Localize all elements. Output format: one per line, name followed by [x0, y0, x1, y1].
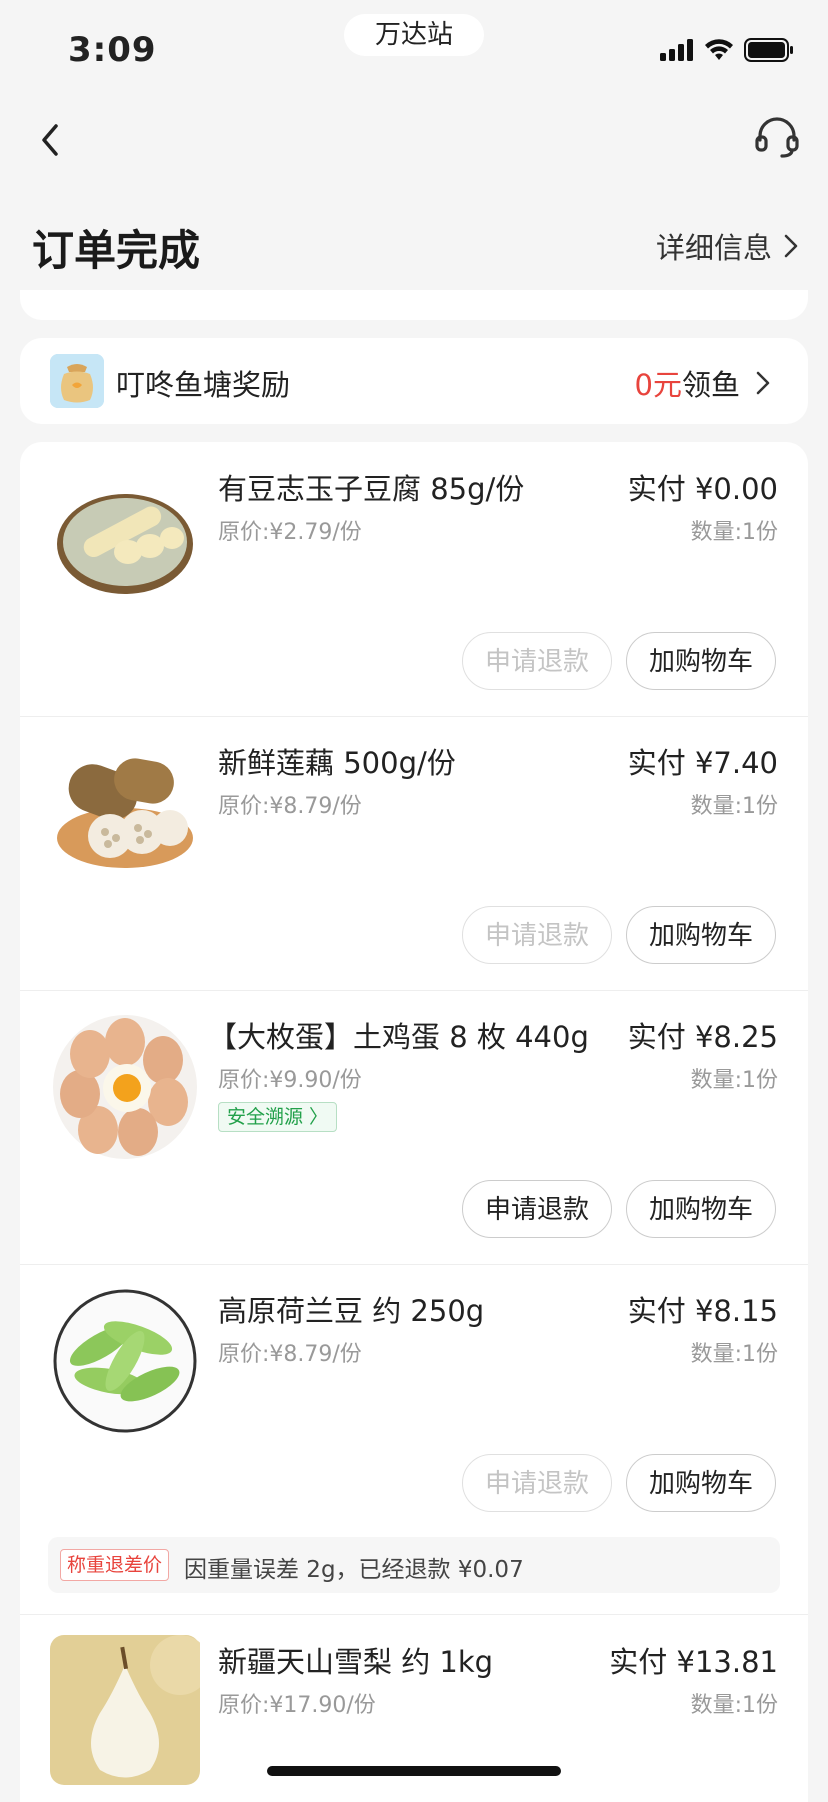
refund-button: 申请退款 [462, 632, 612, 690]
safety-trace-tag[interactable]: 安全溯源 〉 [218, 1102, 338, 1132]
title-row: 订单完成 详细信息 [0, 205, 828, 285]
battery-icon [744, 38, 793, 62]
item-original-price: 原价:¥9.90/份 [218, 1068, 362, 1093]
refund-button[interactable]: 申请退款 [462, 1180, 612, 1238]
tofu-plate-image[interactable] [50, 464, 200, 614]
weight-refund-text: 因重量误差 2g，已经退款 ¥0.07 [184, 1557, 524, 1583]
order-items-card: 有豆志玉子豆腐 85g/份 原价:¥2.79/份 实付 ¥0.00 数量:1份 … [20, 442, 808, 1802]
item-name: 新鲜莲藕 500g/份 [218, 746, 456, 780]
order-item: 新鲜莲藕 500g/份 原价:¥8.79/份 实付 ¥7.40 数量:1份 申请… [20, 716, 808, 991]
item-name: 新疆天山雪梨 约 1kg [218, 1645, 494, 1679]
item-paid-amount: 实付 ¥0.00 [627, 472, 778, 506]
item-quantity: 数量:1份 [690, 1342, 778, 1367]
item-quantity: 数量:1份 [690, 520, 778, 545]
station-pill[interactable]: 万达站 [344, 14, 484, 56]
refund-button: 申请退款 [462, 1454, 612, 1512]
reward-bag-icon [50, 354, 104, 408]
page-title: 订单完成 [32, 226, 201, 275]
add-to-cart-button[interactable]: 加购物车 [626, 1180, 776, 1238]
eggs-image[interactable] [50, 1012, 200, 1162]
item-paid-amount: 实付 ¥8.15 [627, 1294, 778, 1328]
item-original-price: 原价:¥8.79/份 [218, 794, 362, 819]
snow-peas-image[interactable] [50, 1286, 200, 1436]
refund-button: 申请退款 [462, 906, 612, 964]
order-item: 【大枚蛋】土鸡蛋 8 枚 440g 原价:¥9.90/份 安全溯源 〉 实付 ¥… [20, 990, 808, 1265]
item-original-price: 原价:¥17.90/份 [218, 1693, 376, 1718]
item-quantity: 数量:1份 [690, 1693, 778, 1718]
item-paid-amount: 实付 ¥7.40 [627, 746, 778, 780]
item-name: 高原荷兰豆 约 250g [218, 1294, 485, 1328]
status-bar: 3:09 万达站 [0, 0, 828, 100]
reward-title: 叮咚鱼塘奖励 [116, 368, 291, 402]
nav-bar [0, 100, 828, 180]
customer-service-button[interactable] [752, 112, 802, 162]
item-name: 【大枚蛋】土鸡蛋 8 枚 440g [208, 1020, 589, 1054]
item-paid-amount: 实付 ¥13.81 [609, 1645, 778, 1679]
add-to-cart-button[interactable]: 加购物车 [626, 632, 776, 690]
weight-refund-note: 称重退差价 因重量误差 2g，已经退款 ¥0.07 [48, 1537, 780, 1593]
item-quantity: 数量:1份 [690, 794, 778, 819]
weight-refund-tag: 称重退差价 [60, 1549, 170, 1581]
item-original-price: 原价:¥8.79/份 [218, 1342, 362, 1367]
status-icons [660, 36, 794, 64]
reward-amount: 0元 [634, 368, 682, 402]
back-button[interactable] [30, 118, 74, 162]
headset-icon [755, 117, 799, 158]
home-indicator [267, 1766, 561, 1776]
order-item: 有豆志玉子豆腐 85g/份 原价:¥2.79/份 实付 ¥0.00 数量:1份 … [20, 442, 808, 717]
lotus-root-image[interactable] [50, 738, 200, 888]
add-to-cart-button[interactable]: 加购物车 [626, 1454, 776, 1512]
detail-info-link[interactable]: 详细信息 [656, 225, 800, 267]
item-original-price: 原价:¥2.79/份 [218, 520, 362, 545]
reward-action: 领鱼 [681, 368, 740, 402]
chevron-right-icon [784, 234, 798, 258]
reward-claim[interactable]: 0元领鱼 [635, 362, 772, 404]
chevron-left-icon [42, 124, 58, 156]
signal-icon [660, 39, 693, 61]
fish-pond-reward-card[interactable]: 叮咚鱼塘奖励 0元领鱼 [20, 338, 808, 424]
add-to-cart-button[interactable]: 加购物车 [626, 906, 776, 964]
item-paid-amount: 实付 ¥8.25 [627, 1020, 778, 1054]
chevron-right-icon [756, 371, 770, 395]
item-name: 有豆志玉子豆腐 85g/份 [218, 472, 525, 506]
pear-image[interactable] [50, 1635, 210, 1785]
wifi-icon [705, 39, 733, 60]
item-quantity: 数量:1份 [690, 1068, 778, 1093]
status-time: 3:09 [68, 30, 157, 70]
collapsed-card [20, 290, 808, 320]
detail-info-label: 详细信息 [655, 231, 772, 265]
